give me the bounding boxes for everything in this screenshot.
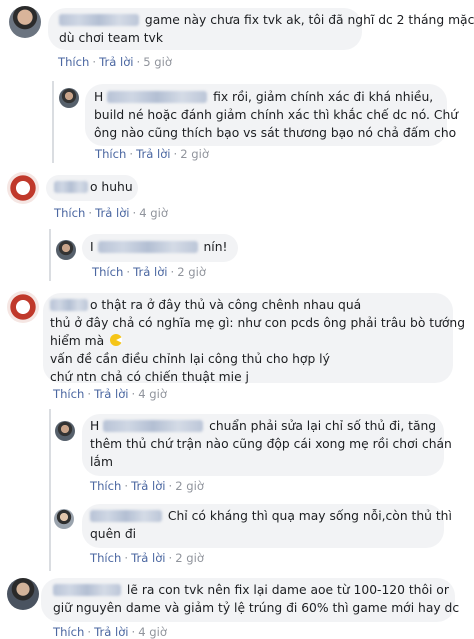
blurred-author-name[interactable]: [50, 299, 88, 311]
reply-thread-line: [49, 409, 51, 571]
emoji-icon: [110, 334, 123, 346]
comment-bubble: o huhu: [46, 175, 138, 201]
blurred-author-name[interactable]: [90, 510, 162, 522]
timestamp[interactable]: 4 giờ: [139, 206, 168, 220]
reply-button[interactable]: Trả lời: [131, 479, 165, 493]
comment-actions: Thích · Trả lời · 2 giờ: [92, 265, 206, 279]
avatar[interactable]: [9, 6, 41, 38]
comment-actions: Thích · Trả lời · 5 giờ: [58, 55, 172, 69]
timestamp[interactable]: 4 giờ: [138, 625, 167, 639]
comment-bubble: lẽ ra con tvk nên fix lại dame aoe từ 10…: [41, 578, 459, 622]
comment-text: Chỉ có kháng thì quạ may sống nỗi,còn th…: [167, 509, 452, 523]
avatar[interactable]: [59, 88, 79, 108]
timestamp[interactable]: 4 giờ: [138, 387, 167, 401]
reply-thread-line: [49, 229, 51, 281]
avatar[interactable]: [55, 421, 75, 441]
comment-text: thủ ở đây chả có nghĩa mẹ gì: như con pc…: [50, 316, 465, 330]
like-button[interactable]: Thích: [90, 479, 121, 493]
reply-button[interactable]: Trả lời: [99, 55, 133, 69]
reply-thread-line: [52, 81, 54, 163]
timestamp[interactable]: 2 giờ: [180, 147, 209, 161]
comment-text: o huhu: [90, 180, 133, 194]
comment-bubble: H chuẩn phải sửa lại chỉ số thủ đi, tăng…: [82, 414, 452, 476]
avatar[interactable]: [7, 172, 39, 204]
avatar[interactable]: [56, 240, 76, 260]
avatar[interactable]: [7, 578, 39, 610]
reply-button[interactable]: Trả lời: [94, 387, 128, 401]
comment-text: thêm thủ chứ trận nào cũng độp cái xong …: [90, 437, 452, 451]
comment-actions: Thích · Trả lời · 2 giờ: [90, 551, 204, 565]
comment-text: vấn đề cần điều chỉnh lại công thủ cho h…: [50, 352, 330, 366]
timestamp[interactable]: 5 giờ: [143, 55, 172, 69]
comment-text: chuẩn phải sửa lại chỉ số thủ đi, tăng: [209, 419, 437, 433]
comment-actions: Thích · Trả lời · 4 giờ: [53, 625, 167, 639]
blurred-author-name[interactable]: [54, 181, 88, 193]
comment-actions: Thích · Trả lời · 4 giờ: [53, 387, 167, 401]
like-button[interactable]: Thích: [53, 387, 84, 401]
comment-text: hiểm mà: [50, 334, 105, 348]
like-button[interactable]: Thích: [54, 206, 85, 220]
reply-button[interactable]: Trả lời: [95, 206, 129, 220]
comment-text: ông nào cũng thích bạo vs sát thương bạo…: [94, 126, 457, 140]
avatar[interactable]: [54, 509, 74, 529]
comment-text: chứ ntn chả có chiến thuật mie j: [50, 370, 249, 384]
comment-text: quên đi: [90, 527, 137, 541]
comment-bubble: game này chưa fix tvk ak, tôi đã nghĩ dc…: [48, 8, 474, 50]
comment-text: giữ nguyên dame và giảm tỷ lệ trúng đi 6…: [53, 601, 460, 615]
reply-button[interactable]: Trả lời: [131, 551, 165, 565]
like-button[interactable]: Thích: [53, 625, 84, 639]
like-button[interactable]: Thích: [90, 551, 121, 565]
comment-bubble: I nín!: [82, 234, 238, 262]
like-button[interactable]: Thích: [92, 265, 123, 279]
comment-text: fix rồi, giảm chính xác đi khá nhiều,: [213, 90, 434, 104]
comment-text: o thật ra ở đây thủ và công chênh nhau q…: [90, 298, 362, 312]
timestamp[interactable]: 2 giờ: [175, 551, 204, 565]
comment-text: dù chơi team tvk: [59, 31, 163, 45]
comment-text: game này chưa fix tvk ak, tôi đã nghĩ dc…: [144, 13, 474, 27]
blurred-author-name[interactable]: [103, 420, 204, 432]
comment-actions: Thích · Trả lời · 2 giờ: [90, 479, 204, 493]
comment-text: lắm: [90, 455, 113, 469]
comment-text: build né hoặc đánh giảm chính xác thì kh…: [94, 108, 459, 122]
blurred-author-name[interactable]: [107, 91, 208, 103]
comment-bubble: Chỉ có kháng thì quạ may sống nỗi,còn th…: [82, 504, 452, 548]
reply-button[interactable]: Trả lời: [136, 147, 170, 161]
timestamp[interactable]: 2 giờ: [175, 479, 204, 493]
comment-bubble: H fix rồi, giảm chính xác đi khá nhiều, …: [85, 84, 458, 146]
comment-actions: Thích · Trả lời · 2 giờ: [95, 147, 209, 161]
reply-button[interactable]: Trả lời: [133, 265, 167, 279]
blurred-author-name[interactable]: [59, 14, 139, 26]
reply-button[interactable]: Trả lời: [94, 625, 128, 639]
comment-text: lẽ ra con tvk nên fix lại dame aoe từ 10…: [126, 583, 449, 597]
comment-actions: Thích · Trả lời · 4 giờ: [54, 206, 168, 220]
timestamp[interactable]: 2 giờ: [177, 265, 206, 279]
blurred-author-name[interactable]: [97, 241, 198, 253]
comment-text: nín!: [203, 240, 228, 254]
like-button[interactable]: Thích: [58, 55, 89, 69]
comment-bubble: o thật ra ở đây thủ và công chênh nhau q…: [43, 293, 465, 384]
like-button[interactable]: Thích: [95, 147, 126, 161]
blurred-author-name[interactable]: [53, 584, 121, 596]
avatar[interactable]: [7, 291, 39, 323]
